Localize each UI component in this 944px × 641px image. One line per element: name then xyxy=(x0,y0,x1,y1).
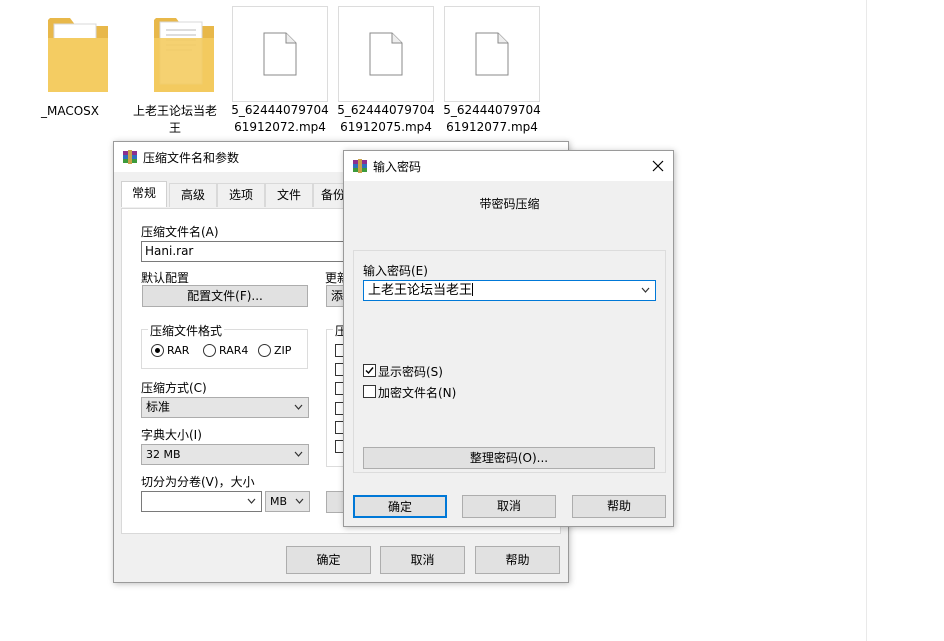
show-password-label: 显示密码(S) xyxy=(378,365,443,379)
format-zip-label: ZIP xyxy=(274,344,292,357)
document-icon xyxy=(369,32,403,76)
password-ok-button[interactable]: 确定 xyxy=(353,495,447,518)
organize-passwords-button[interactable]: 整理密码(O)... xyxy=(363,447,655,469)
chevron-down-icon xyxy=(247,498,256,504)
folder-icon xyxy=(154,18,214,92)
format-group-label: 压缩文件格式 xyxy=(148,322,225,339)
folder-icon xyxy=(48,18,108,92)
dict-size-select[interactable]: 32 MB xyxy=(141,444,309,465)
document-icon xyxy=(475,32,509,76)
chevron-down-icon xyxy=(294,451,303,457)
tab-general[interactable]: 常规 xyxy=(121,181,167,207)
password-value: 上老王论坛当老王 xyxy=(368,283,473,298)
format-zip-radio[interactable] xyxy=(258,344,271,357)
password-cancel-button[interactable]: 取消 xyxy=(462,495,556,518)
split-unit-select[interactable]: MB xyxy=(265,491,310,512)
format-rar4-label: RAR4 xyxy=(219,344,249,357)
file-label-line: 5_62444079704 xyxy=(337,103,435,117)
file-label-line: 上老王论坛当老 xyxy=(132,104,217,118)
encrypt-filenames-label: 加密文件名(N) xyxy=(378,386,457,400)
file-label: _MACOSX xyxy=(40,104,99,118)
archive-name-input[interactable]: Hani.rar xyxy=(141,241,361,262)
winrar-icon xyxy=(353,159,367,173)
desktop-edge xyxy=(866,0,867,641)
file-label-line: 61912077.mp4 xyxy=(446,120,538,134)
dict-size-value: 32 MB xyxy=(146,448,181,461)
document-icon xyxy=(263,32,297,76)
archive-help-button[interactable]: 帮助 xyxy=(475,546,560,574)
file-label: 5_62444079704 61912072.mp4 xyxy=(230,102,330,136)
password-input[interactable]: 上老王论坛当老王 xyxy=(363,280,656,301)
archive-cancel-button[interactable]: 取消 xyxy=(380,546,465,574)
folder-laowang[interactable]: 上老王论坛当老 王 xyxy=(125,8,225,137)
close-icon[interactable] xyxy=(652,160,664,172)
split-unit-value: MB xyxy=(270,495,288,508)
text-caret xyxy=(472,283,474,296)
chevron-down-icon xyxy=(294,404,303,410)
folder-macosx[interactable]: _MACOSX xyxy=(20,8,120,120)
encrypt-filenames-checkbox[interactable] xyxy=(363,385,376,398)
chevron-down-icon xyxy=(641,287,650,293)
file-label-line: 61912072.mp4 xyxy=(234,120,326,134)
window-title: 输入密码 xyxy=(373,160,422,174)
titlebar[interactable]: 输入密码 xyxy=(344,151,673,181)
format-rar-label: RAR xyxy=(167,344,190,357)
format-rar4-radio[interactable] xyxy=(203,344,216,357)
file-label: 5_62444079704 61912075.mp4 xyxy=(336,102,436,136)
file-label: 5_62444079704 61912077.mp4 xyxy=(442,102,542,136)
checkmark-icon xyxy=(365,367,374,375)
file-label-line: 王 xyxy=(168,121,181,135)
winrar-icon xyxy=(123,150,137,164)
tab-advanced[interactable]: 高级 xyxy=(169,183,217,207)
method-select[interactable]: 标准 xyxy=(141,397,309,418)
file-label-line: 5_62444079704 xyxy=(443,103,541,117)
split-volume-input[interactable] xyxy=(141,491,262,512)
archive-ok-button[interactable]: 确定 xyxy=(286,546,371,574)
file-label-line: 61912075.mp4 xyxy=(340,120,432,134)
file-label-line: 5_62444079704 xyxy=(231,103,329,117)
window-title: 压缩文件名和参数 xyxy=(143,151,240,165)
dict-size-label: 字典大小(I) xyxy=(141,428,202,442)
password-help-button[interactable]: 帮助 xyxy=(572,495,666,518)
archive-name-label: 压缩文件名(A) xyxy=(141,225,219,239)
password-label: 输入密码(E) xyxy=(363,264,428,278)
chevron-down-icon xyxy=(295,498,304,504)
tab-files[interactable]: 文件 xyxy=(265,183,313,207)
file-label: 上老王论坛当老 王 xyxy=(125,103,225,137)
method-value: 标准 xyxy=(146,400,171,414)
default-profile-label: 默认配置 xyxy=(141,271,190,285)
split-volume-label: 切分为分卷(V)，大小 xyxy=(141,475,255,489)
show-password-checkbox[interactable] xyxy=(363,364,376,377)
profile-button[interactable]: 配置文件(F)... xyxy=(142,285,308,307)
method-label: 压缩方式(C) xyxy=(141,381,207,395)
format-rar-radio[interactable] xyxy=(151,344,164,357)
dialog-heading: 带密码压缩 xyxy=(479,197,540,211)
tab-options[interactable]: 选项 xyxy=(217,183,265,207)
password-dialog: 输入密码 带密码压缩 输入密码(E) 上老王论坛当老王 显示密码(S) 加密文件… xyxy=(343,150,674,527)
